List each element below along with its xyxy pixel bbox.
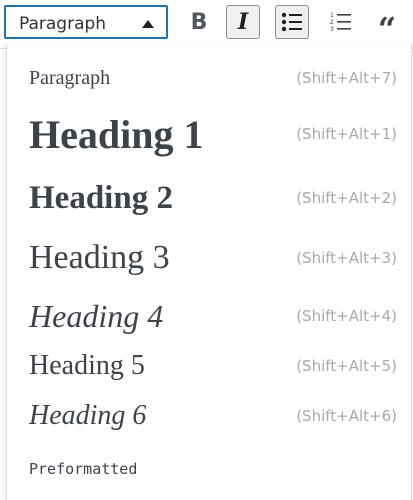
menu-item-heading-5[interactable]: Heading 5 (Shift+Alt+5) xyxy=(7,346,411,386)
caret-up-icon xyxy=(142,20,154,28)
menu-item-shortcut: (Shift+Alt+7) xyxy=(296,69,397,87)
svg-text:1: 1 xyxy=(330,12,334,19)
menu-item-shortcut: (Shift+Alt+6) xyxy=(296,407,397,425)
menu-item-label: Heading 2 xyxy=(29,179,173,216)
format-select[interactable]: Paragraph xyxy=(4,5,168,39)
bold-button[interactable]: B xyxy=(182,5,216,39)
menu-item-paragraph[interactable]: Paragraph (Shift+Alt+7) xyxy=(7,58,411,98)
numbered-list-icon: 1 2 3 xyxy=(330,12,351,33)
menu-item-label: Heading 1 xyxy=(29,111,204,157)
menu-item-heading-4[interactable]: Heading 4 (Shift+Alt+4) xyxy=(7,294,411,338)
menu-item-preformatted[interactable]: Preformatted xyxy=(7,454,411,484)
menu-item-label: Paragraph xyxy=(29,66,111,89)
menu-item-label: Heading 4 xyxy=(29,297,164,334)
format-select-value: Paragraph xyxy=(19,14,107,34)
menu-item-shortcut: (Shift+Alt+3) xyxy=(296,249,397,267)
format-dropdown-menu: Paragraph (Shift+Alt+7) Heading 1 (Shift… xyxy=(6,44,412,500)
menu-item-heading-3[interactable]: Heading 3 (Shift+Alt+3) xyxy=(7,236,411,280)
menu-item-heading-1[interactable]: Heading 1 (Shift+Alt+1) xyxy=(7,110,411,158)
bulleted-list-button[interactable] xyxy=(275,5,309,39)
menu-item-shortcut: (Shift+Alt+1) xyxy=(296,125,397,143)
menu-item-shortcut: (Shift+Alt+4) xyxy=(296,307,397,325)
svg-text:2: 2 xyxy=(330,19,334,26)
editor-toolbar: Paragraph B I 1 2 3 “ xyxy=(0,0,413,49)
numbered-list-button[interactable]: 1 2 3 xyxy=(324,5,358,39)
menu-item-shortcut: (Shift+Alt+5) xyxy=(296,357,397,375)
italic-button[interactable]: I xyxy=(226,5,260,39)
bold-icon: B xyxy=(190,9,208,35)
blockquote-button[interactable]: “ xyxy=(370,5,404,45)
quote-icon: “ xyxy=(377,10,397,48)
menu-item-label: Heading 3 xyxy=(29,239,170,276)
bulleted-list-icon xyxy=(281,12,302,32)
italic-icon: I xyxy=(237,9,249,35)
menu-item-label: Preformatted xyxy=(29,460,138,478)
menu-item-label: Heading 6 xyxy=(29,400,147,431)
menu-item-heading-6[interactable]: Heading 6 (Shift+Alt+6) xyxy=(7,396,411,436)
menu-item-heading-2[interactable]: Heading 2 (Shift+Alt+2) xyxy=(7,176,411,220)
menu-item-label: Heading 5 xyxy=(29,350,145,381)
svg-text:3: 3 xyxy=(330,26,334,33)
menu-item-shortcut: (Shift+Alt+2) xyxy=(296,189,397,207)
